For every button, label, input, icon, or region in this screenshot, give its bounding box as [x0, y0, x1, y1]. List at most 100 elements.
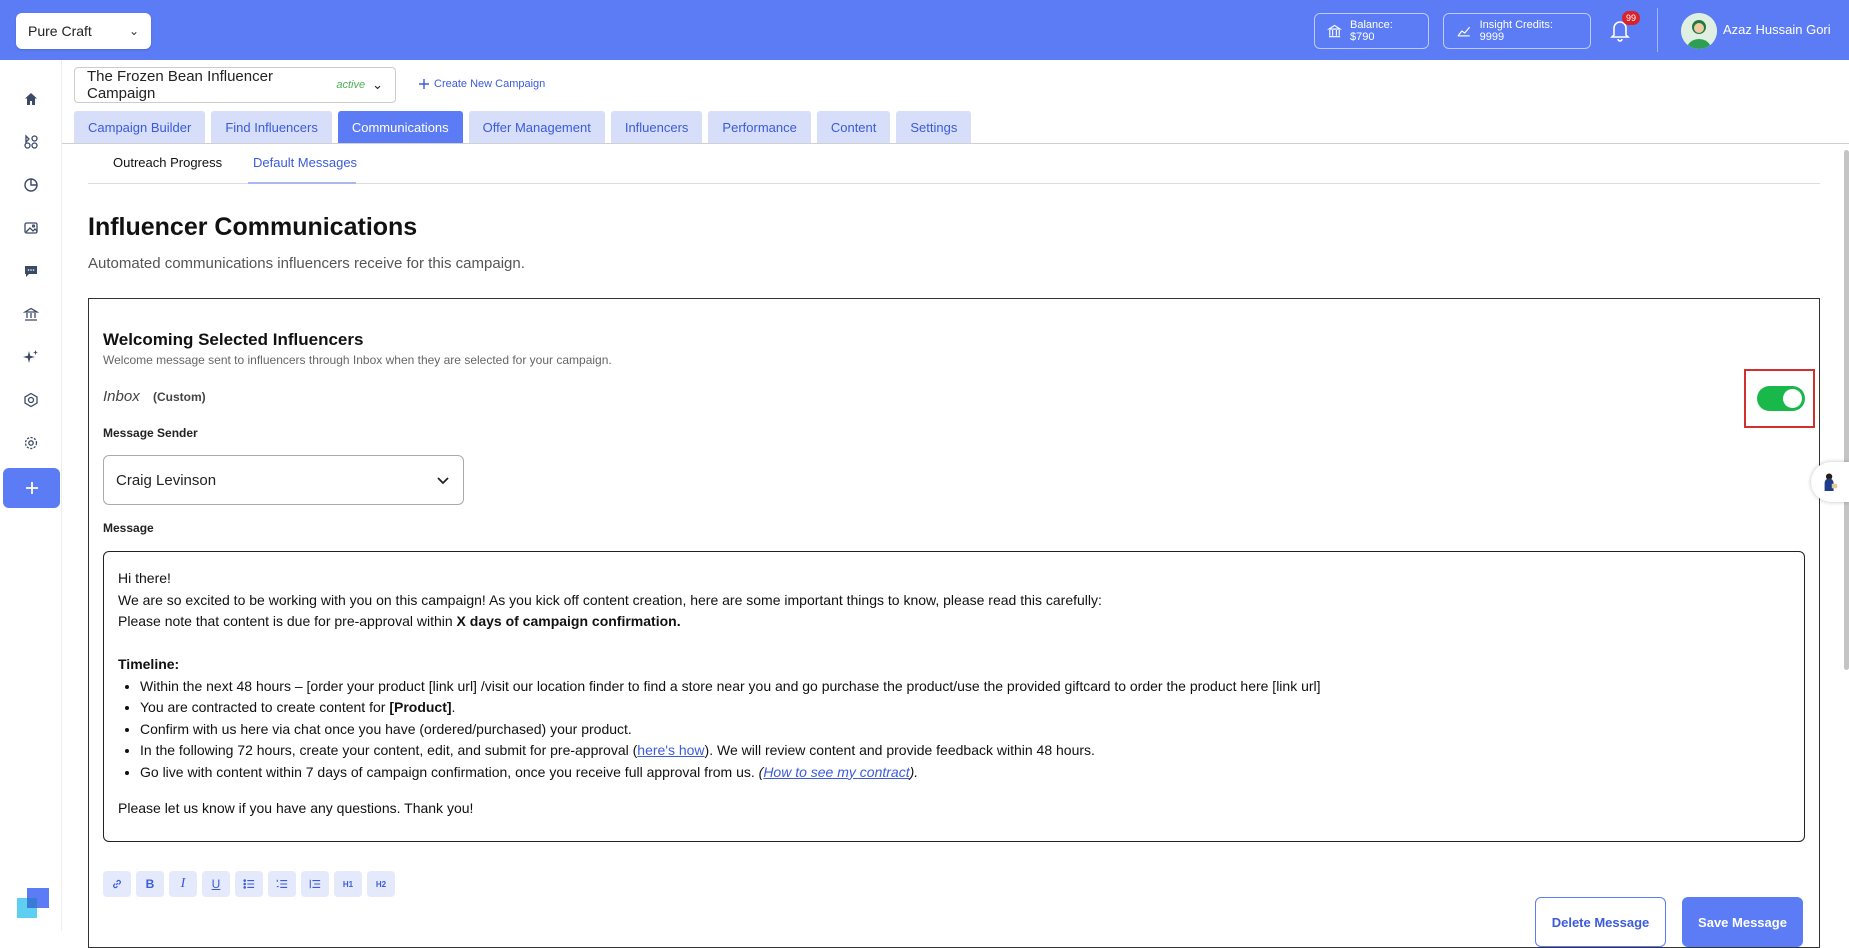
- campaign-status-badge: active: [336, 79, 366, 91]
- save-message-button[interactable]: Save Message: [1682, 897, 1803, 947]
- delete-message-button[interactable]: Delete Message: [1535, 897, 1666, 947]
- page-title: Influencer Communications: [88, 213, 418, 241]
- assistant-avatar-icon: [1824, 473, 1838, 491]
- bold-button[interactable]: B: [136, 871, 164, 897]
- tab-settings[interactable]: Settings: [896, 111, 972, 143]
- h2-button[interactable]: H2: [367, 871, 395, 897]
- card-title: Welcoming Selected Influencers: [103, 330, 364, 349]
- chevron-down-icon: ⌄: [128, 24, 139, 38]
- tab-content[interactable]: Content: [816, 111, 891, 143]
- list-item-text: ).: [909, 763, 919, 780]
- create-new-campaign-link[interactable]: Create New Campaign: [418, 78, 545, 90]
- analytics-icon[interactable]: [19, 173, 43, 197]
- tab-find-influencers[interactable]: Find Influencers: [211, 111, 332, 143]
- settings-icon[interactable]: [19, 431, 43, 455]
- balance-text: Balance: $790: [1350, 19, 1393, 43]
- subtab-outreach-progress[interactable]: Outreach Progress: [113, 155, 222, 170]
- underline-button[interactable]: U: [202, 871, 230, 897]
- bullet-list-icon: [243, 879, 255, 889]
- list-item-text: Go live with content within 7 days of ca…: [140, 763, 759, 780]
- home-icon[interactable]: [19, 87, 43, 111]
- message-timeline-heading: Timeline:: [118, 656, 180, 672]
- subtab-default-messages[interactable]: Default Messages: [253, 155, 357, 170]
- sender-value: Craig Levinson: [116, 471, 217, 489]
- h1-button[interactable]: H1: [334, 871, 362, 897]
- list-item: Go live with content within 7 days of ca…: [140, 762, 1790, 784]
- heres-how-link[interactable]: here's how: [637, 742, 704, 758]
- balance-pill[interactable]: Balance: $790: [1314, 13, 1429, 49]
- org-name: Pure Craft: [28, 23, 92, 39]
- chat-icon[interactable]: [19, 259, 43, 283]
- tabs-divider: [62, 143, 1849, 144]
- link-icon: [113, 879, 121, 889]
- list-item-text: In the following 72 hours, create your c…: [140, 742, 638, 758]
- indent-list-button[interactable]: [301, 871, 329, 897]
- numbered-list-button[interactable]: [268, 871, 296, 897]
- page-subtitle: Automated communications influencers rec…: [88, 255, 525, 272]
- plus-icon: [419, 79, 429, 89]
- user-name[interactable]: Azaz Hussain Gori: [1723, 22, 1831, 37]
- app-logo: [17, 888, 49, 918]
- message-note-text: Please note that content is due for pre-…: [118, 613, 457, 629]
- message-sender-select[interactable]: Craig Levinson: [103, 455, 464, 505]
- user-avatar-icon: [1681, 13, 1717, 49]
- message-intro: We are so excited to be working with you…: [118, 591, 1102, 608]
- message-label: Message: [103, 521, 154, 535]
- list-item-text: ). We will review content and provide fe…: [704, 742, 1095, 758]
- enable-message-toggle[interactable]: [1757, 386, 1805, 411]
- insight-credits-pill[interactable]: Insight Credits: 9999: [1443, 13, 1591, 49]
- insight-credits-text: Insight Credits: 9999: [1479, 19, 1553, 43]
- notification-badge: 99: [1622, 11, 1640, 25]
- list-item-text: You are contracted to create content for: [140, 699, 390, 715]
- tab-communications[interactable]: Communications: [337, 111, 463, 143]
- card-description: Welcome message sent to influencers thro…: [103, 353, 612, 367]
- org-select[interactable]: Pure Craft ⌄: [16, 13, 151, 49]
- channel-type-label: (Custom): [153, 390, 206, 404]
- message-note: Please note that content is due for pre-…: [118, 611, 1790, 633]
- main-tabs: Campaign Builder Find Influencers Commun…: [74, 111, 972, 143]
- italic-button[interactable]: I: [169, 871, 197, 897]
- format-toolbar: B I U H1 H2: [103, 871, 395, 897]
- create-new-campaign-label: Create New Campaign: [434, 78, 546, 90]
- sparkle-icon[interactable]: [19, 345, 43, 369]
- tab-campaign-builder[interactable]: Campaign Builder: [74, 111, 206, 143]
- chevron-down-icon: ⌄: [372, 77, 383, 92]
- apps-icon[interactable]: [19, 130, 43, 154]
- bank-icon: [1327, 24, 1342, 38]
- target-icon[interactable]: [19, 388, 43, 412]
- numbered-list-icon: [276, 879, 288, 888]
- list-item-text: .: [451, 699, 456, 715]
- link-button[interactable]: [103, 871, 131, 897]
- bank-icon[interactable]: [19, 302, 43, 326]
- list-item: Within the next 48 hours – [order your p…: [140, 676, 1790, 698]
- bullet-list-button[interactable]: [235, 871, 263, 897]
- timeline-list: Within the next 48 hours – [order your p…: [140, 676, 1790, 784]
- image-icon[interactable]: [19, 216, 43, 240]
- tab-influencers[interactable]: Influencers: [610, 111, 703, 143]
- add-button[interactable]: [3, 468, 60, 508]
- plus-icon: [25, 482, 38, 494]
- indent-list-icon: [309, 879, 321, 889]
- campaign-select[interactable]: The Frozen Bean Influencer Campaign acti…: [74, 67, 396, 103]
- tab-performance[interactable]: Performance: [708, 111, 811, 143]
- list-item: You are contracted to create content for…: [140, 697, 1790, 719]
- scrollbar[interactable]: [1844, 150, 1849, 670]
- contract-link[interactable]: How to see my contract: [763, 764, 909, 780]
- sender-label: Message Sender: [103, 426, 198, 440]
- channel-label: Inbox: [103, 388, 140, 405]
- avatar[interactable]: [1681, 13, 1717, 49]
- message-editor[interactable]: Hi there! We are so excited to be workin…: [103, 551, 1805, 842]
- trend-icon: [1457, 26, 1471, 37]
- message-greeting: Hi there!: [118, 570, 171, 586]
- tab-offer-management[interactable]: Offer Management: [468, 111, 605, 143]
- toggle-knob: [1783, 389, 1802, 408]
- help-assistant-button[interactable]: [1811, 462, 1849, 502]
- campaign-name: The Frozen Bean Influencer Campaign: [87, 68, 273, 102]
- list-item: In the following 72 hours, create your c…: [140, 740, 1790, 762]
- subtab-active-indicator: [248, 182, 356, 184]
- list-item: Confirm with us here via chat once you h…: [140, 719, 1790, 741]
- product-placeholder: [Product]: [389, 699, 452, 715]
- chevron-down-icon: [437, 477, 449, 485]
- message-closing: Please let us know if you have any quest…: [118, 800, 474, 816]
- message-note-bold: X days of campaign confirmation.: [456, 613, 681, 629]
